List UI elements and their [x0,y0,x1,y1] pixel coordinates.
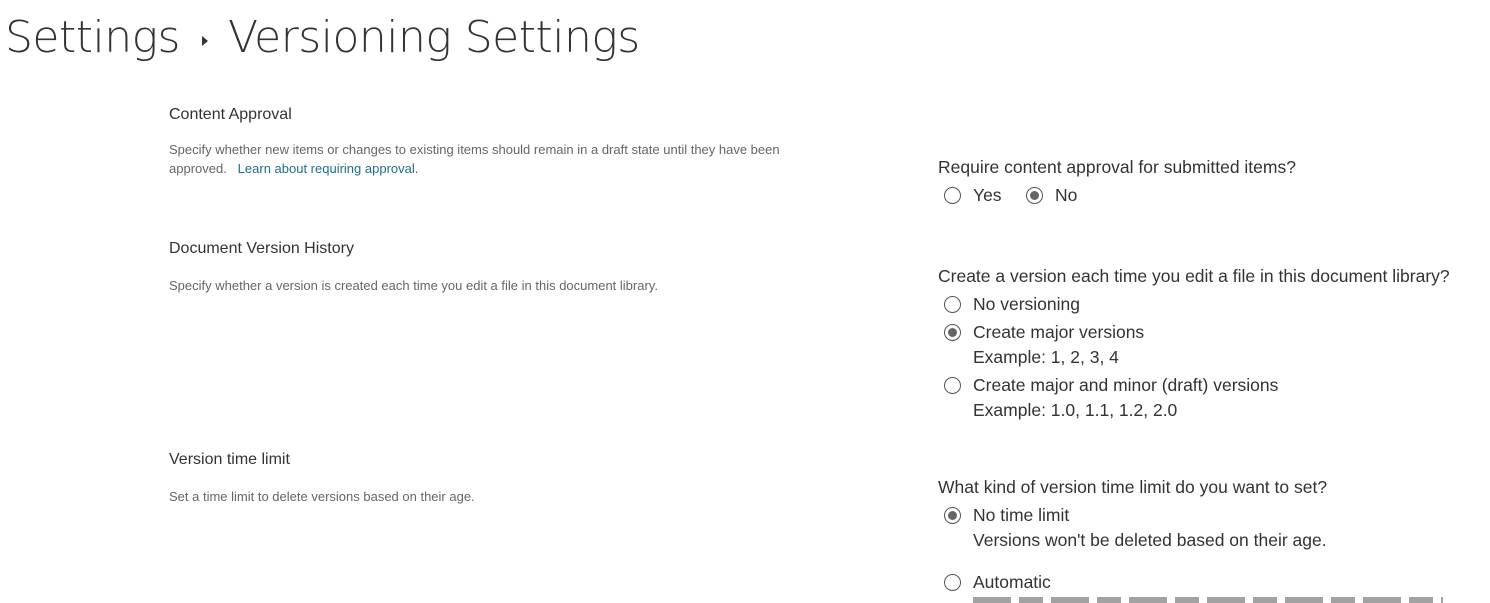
radio-unchecked-icon[interactable] [944,574,961,591]
major-versions-label: Create major versions [973,322,1145,342]
approval-no-radio[interactable]: No [1026,185,1077,206]
radio-unchecked-icon[interactable] [944,296,961,313]
content-approval-title: Content Approval [169,106,292,123]
time-limit-title: Version time limit [169,451,290,468]
no-versioning-radio[interactable]: No versioning [944,294,1080,315]
automatic-radio[interactable]: Automatic [944,572,1051,593]
clipped-text-line [973,597,1453,603]
version-history-description: Specify whether a version is created eac… [169,278,658,293]
clipped-text-fragment [973,597,1443,603]
radio-checked-icon[interactable] [944,507,961,524]
radio-checked-icon[interactable] [944,324,961,341]
version-history-title: Document Version History [169,240,354,257]
learn-approval-link[interactable]: Learn about requiring approval. [238,161,419,176]
no-time-limit-example: Versions won't be deleted based on their… [973,530,1327,550]
automatic-label: Automatic [973,572,1051,592]
radio-checked-icon[interactable] [1026,187,1043,204]
content-approval-description: Specify whether new items or changes to … [169,140,789,178]
major-versions-radio[interactable]: Create major versions [944,322,1144,343]
breadcrumb-separator-icon [201,35,208,46]
major-versions-example: Example: 1, 2, 3, 4 [973,347,1119,367]
radio-unchecked-icon[interactable] [944,377,961,394]
time-limit-description: Set a time limit to delete versions base… [169,489,475,504]
major-minor-versions-radio[interactable]: Create major and minor (draft) versions [944,375,1278,396]
versioning-settings-page: Settings Versioning Settings Content App… [0,0,1490,603]
no-time-limit-radio[interactable]: No time limit [944,505,1069,526]
version-history-question: Create a version each time you edit a fi… [938,266,1450,286]
time-limit-question: What kind of version time limit do you w… [938,477,1328,497]
approval-yes-radio[interactable]: Yes [944,185,1002,206]
content-approval-question: Require content approval for submitted i… [938,157,1296,177]
no-time-limit-label: No time limit [973,505,1070,525]
page-title: Versioning Settings [227,12,640,63]
radio-unchecked-icon[interactable] [944,187,961,204]
approval-no-label: No [1055,185,1078,205]
approval-yes-label: Yes [973,185,1002,205]
no-versioning-label: No versioning [973,294,1080,314]
major-minor-versions-example: Example: 1.0, 1.1, 1.2, 2.0 [973,400,1178,420]
breadcrumb: Settings Versioning Settings [5,12,640,63]
breadcrumb-settings-link[interactable]: Settings [5,12,180,63]
major-minor-versions-label: Create major and minor (draft) versions [973,375,1279,395]
